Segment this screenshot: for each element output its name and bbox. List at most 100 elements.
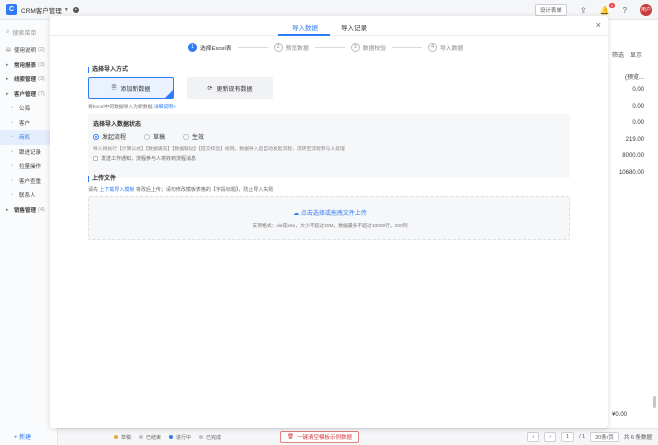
step-label: 数据校验 [362, 46, 386, 52]
checkbox-box[interactable] [93, 156, 98, 161]
amount-dropdown[interactable]: ¥0.00 [608, 412, 658, 418]
dropzone-main-text[interactable]: ☁ 点击选择或拖拽文件上传 [89, 208, 571, 217]
sidebar-item-label: 拉量操作 [19, 164, 42, 171]
app-title[interactable]: CRM客户管理 [21, 5, 62, 15]
design-form-button[interactable]: 设计表单 [534, 4, 567, 16]
search-bar[interactable]: ⌕ 搜索菜单 [6, 28, 51, 37]
sidebar-item-count: (4) [38, 206, 45, 213]
sidebar-item[interactable]: ▫ 商机 [0, 130, 57, 145]
close-icon[interactable]: × [596, 20, 601, 30]
display-button[interactable]: 显示 [630, 50, 642, 59]
status-radio[interactable]: 生效 [183, 132, 204, 141]
column-header: (预览... [625, 75, 644, 81]
background-table: 筛选 显示 (预览... 0.00 0.00 0.00 219.00 8000.00 10… [608, 20, 658, 445]
dropzone-main-label: 点击选择或拖拽文件上传 [300, 211, 367, 217]
menu-item-icon: ▫ [11, 163, 13, 170]
next-page-button[interactable]: › [544, 432, 557, 442]
new-button[interactable]: + 新建 [14, 432, 31, 441]
modal-scrollbar[interactable] [653, 396, 656, 408]
help-icon[interactable]: ? [623, 6, 627, 15]
radio-circle[interactable] [183, 133, 190, 140]
sidebar-item-label: 联系人 [19, 193, 36, 200]
sidebar-item-label: 销售管理 [14, 207, 37, 214]
step-label: 选择Excel表 [200, 46, 232, 52]
step-indicator: 1 选择Excel表 2 预览数据 3 数据校验 4 导入数据 [188, 43, 463, 52]
status-note: 导入将执行【计算公式】【数据填充】【数据联动】【提交校验】规则，数据导入后自动发… [93, 147, 345, 152]
add-new-data-option[interactable]: 🗎 添加新数据 [88, 77, 174, 99]
app-logo: C [6, 4, 17, 15]
page-size-select[interactable]: 20条/页 [590, 432, 619, 442]
avatar[interactable]: 用户 [640, 4, 652, 16]
download-template-link[interactable]: 上下载导入模板 [99, 187, 134, 193]
sidebar-item-count: (2) [38, 47, 45, 54]
sidebar-item[interactable]: ▤ 使用说明 (2) [0, 43, 57, 58]
sidebar-list: ▤ 使用说明 (2) ▸ 常用报表 (3) ▸ 线索管理 (3) ▸ 客户管理 (7) ▫ 公海 ▫ 客户 ▫ 商… [0, 43, 57, 217]
radio-label: 生效 [192, 135, 205, 141]
table-cell: 219.00 [625, 136, 644, 143]
sidebar-item[interactable]: ▫ 跟进记录 [0, 145, 57, 160]
sidebar-item-label: 客户查重 [19, 178, 42, 185]
selected-corner-icon [165, 90, 173, 98]
clear-sample-data-label: 一键清空模板示例数据 [296, 435, 352, 441]
menu-item-icon: ▫ [11, 148, 13, 155]
sidebar-item[interactable]: ▸ 常用报表 (3) [0, 58, 57, 73]
step-number: 1 [188, 43, 197, 52]
filter-button[interactable]: 筛选 [612, 50, 624, 59]
trash-icon: 🗑 [287, 434, 294, 440]
chevron-right-icon: ▸ [6, 90, 9, 97]
sidebar-item[interactable]: ▸ 线索管理 (3) [0, 72, 57, 87]
table-cell: 10680.00 [618, 169, 644, 176]
details-link[interactable]: 详细说明> [154, 105, 176, 110]
search-icon: ⌕ [6, 29, 10, 35]
menu-item-icon: ▫ [11, 119, 13, 126]
dropzone-sub-text: 支持格式：xls或xlsx，大小不超过20M，数据最多不超过10000行，200… [252, 224, 408, 229]
sidebar-item[interactable]: ▸ 客户管理 (7) [0, 87, 57, 102]
status-legend: 草稿 已结束 进行中 已完成 [114, 434, 221, 441]
sidebar-item[interactable]: ▫ 公海 [0, 101, 57, 116]
legend-dot [114, 435, 118, 439]
radio-circle[interactable] [93, 133, 99, 140]
menu-item-icon: ▫ [11, 105, 13, 112]
prev-page-button[interactable]: ‹ [527, 432, 540, 442]
import-mode-title: 选择导入方式 [88, 67, 128, 73]
update-data-option[interactable]: ⟳ 更新现有数据 [187, 77, 273, 99]
radio-circle[interactable] [144, 133, 151, 140]
sidebar-item-label: 使用说明 [14, 48, 37, 55]
sidebar-item[interactable]: ▸ 销售管理 (4) [0, 203, 57, 218]
status-radio[interactable]: 发起流程 [93, 132, 126, 141]
sidebar-item[interactable]: ▫ 拉量操作 [0, 159, 57, 174]
table-cell: 0.00 [632, 120, 644, 126]
caret-down-icon[interactable]: ▼ [64, 7, 69, 13]
page-input[interactable]: 1 [561, 432, 575, 442]
upload-description: 请先 上下载导入模板 将改后上传；请勿修改模板表格的【字段标题】，防止导入失败 [88, 186, 273, 193]
legend-label: 进行中 [176, 434, 192, 441]
info-icon[interactable]: • [72, 6, 79, 13]
sidebar-item[interactable]: ▫ 客户查重 [0, 174, 57, 189]
upload-dropzone[interactable]: ☁ 点击选择或拖拽文件上传 支持格式：xls或xlsx，大小不超过20M，数据最… [88, 196, 570, 240]
status-title: 选择导入数据状态 [93, 122, 142, 128]
sidebar-item-count: (7) [38, 90, 45, 97]
upload-desc-prefix: 请先 [88, 187, 99, 193]
status-radio[interactable]: 草稿 [144, 132, 165, 141]
legend-dot [139, 435, 144, 439]
sidebar-item[interactable]: ▫ 客户 [0, 116, 57, 131]
chevron-right-icon: ▸ [6, 76, 9, 83]
step-label: 导入数据 [439, 46, 464, 52]
step-number: 2 [273, 43, 283, 52]
sidebar-item[interactable]: ▫ 联系人 [0, 188, 57, 203]
tab-import-records[interactable]: 导入记录 [341, 22, 367, 32]
legend-dot [199, 435, 204, 439]
notify-checkbox[interactable]: 发送工作通知，流程参与人将收到流程消息 [93, 155, 196, 162]
share-icon[interactable]: ⇪ [580, 6, 587, 15]
legend-dot [169, 435, 174, 439]
clear-sample-data-button[interactable]: 🗑 一键清空模板示例数据 [280, 431, 359, 443]
table-cell: 0.00 [632, 103, 644, 110]
upload-desc-suffix: 将改后上传；请勿修改模板表格的【字段标题】，防止导入失败 [135, 187, 274, 193]
pagination: ‹ › 1 / 1 20条/页 共 6 条数据 [527, 432, 652, 442]
step-number: 4 [427, 43, 437, 52]
tab-import-data[interactable]: 导入数据 [292, 22, 318, 32]
upload-icon: ☁ [293, 211, 300, 217]
sidebar-item-count: (3) [38, 61, 45, 68]
search-input[interactable]: 搜索菜单 [12, 28, 36, 37]
notification-icon[interactable]: 🔔 9 [600, 2, 615, 15]
